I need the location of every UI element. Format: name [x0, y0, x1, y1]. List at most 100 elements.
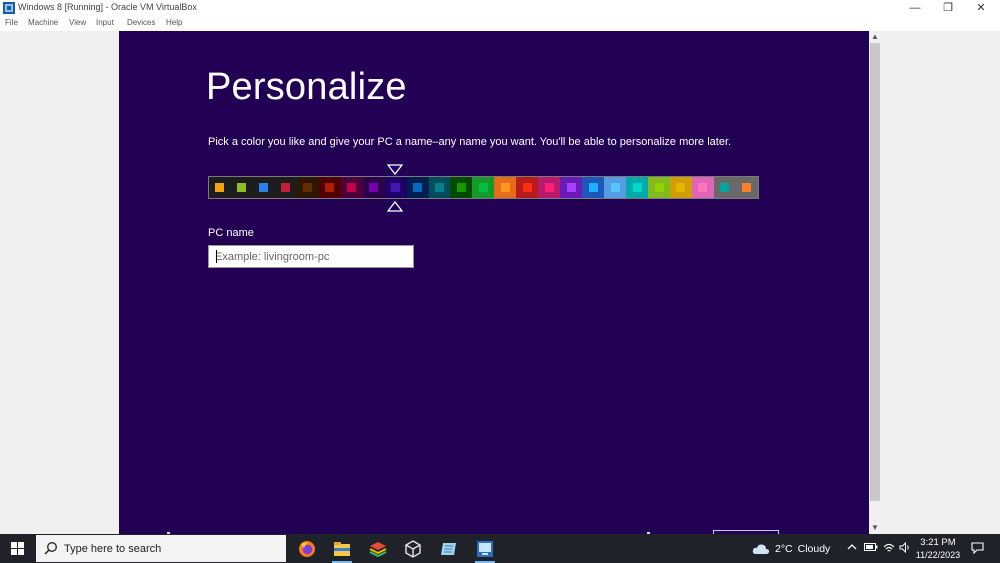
taskbar-notepad[interactable] — [431, 534, 467, 563]
color-swatch[interactable] — [648, 177, 671, 198]
selected-color-marker-bottom-icon — [387, 201, 403, 212]
color-swatch[interactable] — [428, 177, 451, 198]
color-swatch[interactable] — [670, 177, 692, 198]
scroll-down-icon[interactable]: ▼ — [869, 522, 881, 534]
color-swatch[interactable] — [362, 177, 385, 198]
menu-help[interactable]: Help — [166, 18, 182, 27]
taskbar-clock[interactable]: 3:21 PM 11/22/2023 — [910, 536, 966, 562]
vertical-scrollbar[interactable]: ▲ ▼ — [869, 31, 881, 534]
virtualbox-vm-icon — [477, 540, 493, 557]
close-button[interactable]: ✕ — [965, 0, 997, 17]
menu-file[interactable]: File — [5, 18, 18, 27]
selected-color-marker-top-icon — [387, 164, 403, 175]
notifications-icon[interactable] — [971, 542, 984, 557]
vm-display[interactable]: Personalize Pick a color you like and gi… — [119, 31, 869, 534]
clock-date: 11/22/2023 — [915, 550, 961, 560]
page-title: Personalize — [206, 66, 407, 108]
color-swatch[interactable] — [318, 177, 341, 198]
stack-app-icon — [369, 541, 387, 557]
scroll-thumb[interactable] — [870, 43, 880, 501]
weather-widget[interactable]: 2°C Cloudy — [752, 540, 830, 557]
color-swatch-chip — [742, 183, 752, 192]
color-swatch[interactable] — [296, 177, 319, 198]
color-swatch[interactable] — [406, 177, 429, 198]
show-hidden-icons-chevron-icon[interactable] — [847, 542, 857, 555]
color-swatch[interactable] — [538, 177, 561, 198]
color-swatch-chip — [325, 183, 335, 192]
color-swatch-chip — [654, 183, 664, 192]
menu-input[interactable]: Input — [96, 18, 114, 27]
pc-name-input[interactable] — [208, 245, 414, 268]
color-swatch-chip — [413, 183, 423, 192]
color-swatch[interactable] — [626, 177, 649, 198]
color-swatch[interactable] — [252, 177, 275, 198]
virtualbox-cube-icon — [405, 539, 421, 558]
taskbar-firefox[interactable] — [289, 534, 325, 563]
color-swatch-chip — [698, 183, 708, 192]
cloud-icon — [752, 543, 770, 554]
color-swatch-chip — [435, 183, 444, 192]
color-swatch-chip — [500, 183, 510, 192]
wifi-icon[interactable] — [883, 542, 895, 556]
taskbar-file-explorer[interactable] — [324, 534, 360, 563]
color-swatch[interactable] — [582, 177, 605, 198]
color-swatch-chip — [566, 183, 576, 192]
pc-name-label: PC name — [208, 227, 254, 239]
color-swatch-chip — [281, 183, 291, 192]
color-swatch-chip — [456, 183, 466, 192]
text-caret — [216, 250, 217, 263]
menu-view[interactable]: View — [69, 18, 86, 27]
color-swatch[interactable] — [340, 177, 363, 198]
restore-button[interactable]: ❐ — [932, 0, 964, 17]
taskbar-stack-app[interactable] — [360, 534, 396, 563]
weather-condition: Cloudy — [797, 542, 831, 555]
color-swatch-chip — [676, 183, 686, 192]
color-swatch[interactable] — [691, 177, 714, 198]
color-swatch[interactable] — [384, 177, 407, 198]
color-swatch-chip — [391, 183, 401, 192]
file-explorer-icon — [334, 541, 350, 556]
color-swatch-chip — [720, 183, 730, 192]
instruction-text: Pick a color you like and give your PC a… — [208, 136, 732, 148]
menu-machine[interactable]: Machine — [28, 18, 58, 27]
color-swatch[interactable] — [472, 177, 495, 198]
color-swatch-chip — [259, 183, 269, 192]
taskbar-search-box[interactable]: Type here to search — [36, 535, 286, 562]
taskbar-virtualbox[interactable] — [395, 534, 431, 563]
menubar: File Machine View Input Devices Help — [0, 17, 1000, 31]
color-swatch[interactable] — [230, 177, 253, 198]
color-swatch-chip — [588, 183, 598, 192]
taskbar-virtualbox-vm[interactable] — [467, 534, 503, 563]
color-swatch[interactable] — [450, 177, 473, 198]
minimize-button[interactable]: — — [899, 0, 931, 17]
color-swatch[interactable] — [713, 177, 736, 198]
notepad-icon — [441, 542, 456, 555]
windows-logo-icon — [11, 542, 24, 555]
color-swatch[interactable] — [735, 177, 758, 198]
color-swatch[interactable] — [516, 177, 539, 198]
search-placeholder: Type here to search — [64, 543, 162, 555]
taskbar: Type here to search 2°C Cloudy 3:21 PM 1… — [0, 534, 1000, 563]
color-swatch-chip — [369, 183, 379, 192]
color-swatch[interactable] — [560, 177, 583, 198]
color-swatch[interactable] — [274, 177, 297, 198]
menu-devices[interactable]: Devices — [127, 18, 155, 27]
color-swatch-chip — [478, 183, 488, 192]
color-swatch-chip — [303, 183, 313, 192]
color-swatch-chip — [215, 183, 225, 192]
color-swatch[interactable] — [604, 177, 627, 198]
battery-icon[interactable] — [864, 542, 878, 555]
weather-temp: 2°C — [775, 542, 793, 555]
color-swatch-chip — [632, 183, 642, 192]
color-swatch-chip — [522, 183, 532, 192]
color-swatch-chip — [544, 183, 554, 192]
search-icon — [44, 542, 57, 555]
window-title: Windows 8 [Running] - Oracle VM VirtualB… — [18, 2, 197, 12]
color-swatch[interactable] — [209, 177, 231, 198]
color-palette — [208, 176, 759, 199]
virtualbox-app-icon — [3, 2, 15, 14]
color-swatch[interactable] — [494, 177, 517, 198]
scroll-up-icon[interactable]: ▲ — [869, 31, 881, 43]
start-button[interactable] — [0, 534, 35, 563]
color-swatch-chip — [237, 183, 247, 192]
